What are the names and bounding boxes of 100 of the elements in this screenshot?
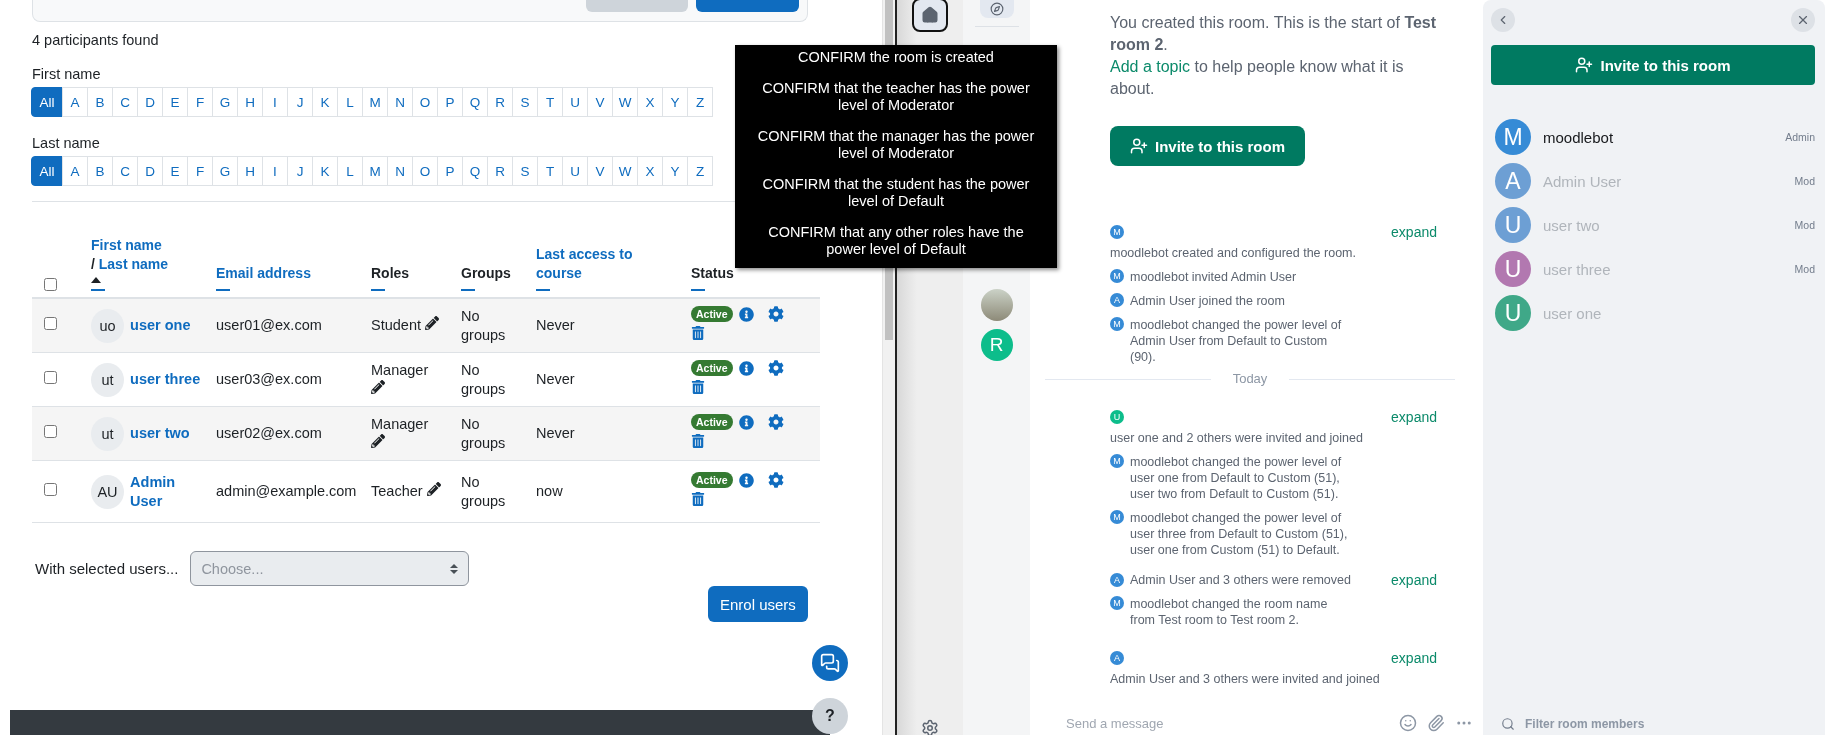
invite-button[interactable]: Invite to this room (1110, 126, 1305, 166)
initial-filter-button[interactable]: W (612, 87, 638, 117)
initial-filter-button[interactable]: Q (462, 87, 488, 117)
add-topic-link[interactable]: Add a topic (1110, 58, 1191, 75)
initial-filter-button[interactable]: I (262, 156, 288, 186)
initial-filter-button[interactable]: Y (662, 156, 688, 186)
initial-filter-button[interactable]: E (162, 156, 188, 186)
initial-filter-button[interactable]: E (162, 87, 188, 117)
initial-filter-button[interactable]: T (537, 87, 563, 117)
initial-filter-button[interactable]: M (362, 156, 388, 186)
invite-button[interactable]: Invite to this room (1491, 45, 1815, 85)
back-button[interactable] (1491, 8, 1515, 32)
initial-filter-button[interactable]: K (312, 87, 338, 117)
initial-filter-button[interactable]: Y (662, 87, 688, 117)
initial-filter-button[interactable]: W (612, 156, 638, 186)
paperclip-icon[interactable] (1427, 714, 1445, 732)
trash-icon[interactable] (691, 380, 705, 394)
initial-filter-button[interactable]: K (312, 156, 338, 186)
message-input[interactable]: Send a message (1064, 714, 1389, 732)
initial-filter-button[interactable]: P (437, 87, 463, 117)
pencil-icon[interactable] (371, 379, 385, 394)
initial-filter-button[interactable]: A (62, 156, 88, 186)
initial-filter-button[interactable]: G (212, 87, 238, 117)
select-all-checkbox[interactable] (44, 278, 57, 291)
settings-icon[interactable] (767, 360, 784, 376)
initial-filter-button[interactable]: O (412, 156, 438, 186)
settings-icon[interactable] (767, 472, 784, 488)
info-icon[interactable] (738, 360, 754, 376)
user-name-link[interactable]: Admin User (130, 472, 204, 511)
initial-filter-button[interactable]: All (31, 87, 63, 117)
initial-filter-button[interactable]: C (112, 87, 138, 117)
info-icon[interactable] (738, 472, 754, 488)
initial-filter-button[interactable]: S (512, 156, 538, 186)
initial-filter-button[interactable]: R (487, 156, 513, 186)
initial-filter-button[interactable]: N (387, 156, 413, 186)
initial-filter-button[interactable]: Z (687, 156, 713, 186)
expand-link[interactable]: expand (1391, 409, 1437, 425)
photo-placeholder[interactable] (980, 289, 1013, 321)
initial-filter-button[interactable]: All (31, 156, 63, 186)
emoji-icon[interactable] (1399, 714, 1417, 732)
info-icon[interactable] (738, 306, 754, 322)
initial-filter-button[interactable]: Q (462, 156, 488, 186)
initial-filter-button[interactable]: H (237, 87, 263, 117)
settings-icon[interactable] (767, 414, 784, 430)
initial-filter-button[interactable]: L (337, 87, 363, 117)
initial-filter-button[interactable]: O (412, 87, 438, 117)
initial-filter-button[interactable]: X (637, 156, 663, 186)
initial-filter-button[interactable]: M (362, 87, 388, 117)
initial-filter-button[interactable]: D (137, 156, 163, 186)
member-name[interactable]: moodlebot (1543, 128, 1614, 146)
user-name-link[interactable]: user three (130, 370, 204, 389)
expand-link[interactable]: expand (1391, 650, 1437, 666)
enrol-users-button[interactable]: Enrol users (708, 586, 808, 622)
initial-filter-button[interactable]: H (237, 156, 263, 186)
initial-filter-button[interactable]: V (587, 87, 613, 117)
initial-filter-button[interactable]: P (437, 156, 463, 186)
row-checkbox[interactable] (44, 483, 57, 496)
settings-icon[interactable] (767, 306, 784, 322)
column-sort-link[interactable]: Last access to course (536, 245, 679, 283)
initial-filter-button[interactable]: X (637, 87, 663, 117)
trash-icon[interactable] (691, 492, 705, 506)
help-button[interactable]: ? (812, 698, 848, 734)
initial-filter-button[interactable]: J (287, 87, 313, 117)
user-name-link[interactable]: user two (130, 424, 204, 443)
filter-members-input[interactable]: Filter room members (1523, 716, 1687, 732)
pencil-icon[interactable] (426, 482, 441, 496)
close-button[interactable] (1791, 8, 1815, 32)
initial-filter-button[interactable]: V (587, 156, 613, 186)
initial-filter-button[interactable]: T (537, 156, 563, 186)
chat-button[interactable] (812, 645, 848, 681)
initial-filter-button[interactable]: C (112, 156, 138, 186)
initial-filter-button[interactable]: I (262, 87, 288, 117)
settings-icon[interactable] (921, 719, 939, 735)
initial-filter-button[interactable]: L (337, 156, 363, 186)
expand-link[interactable]: expand (1391, 572, 1437, 588)
user-name-link[interactable]: user one (130, 316, 204, 335)
initial-filter-button[interactable]: R (487, 87, 513, 117)
home-button[interactable] (912, 0, 948, 32)
explore-button[interactable] (979, 0, 1014, 18)
initial-filter-button[interactable]: S (512, 87, 538, 117)
column-sort-link[interactable]: Email address (216, 264, 359, 283)
initial-filter-button[interactable]: F (187, 156, 213, 186)
row-checkbox[interactable] (44, 425, 57, 438)
trash-icon[interactable] (691, 326, 705, 340)
initial-filter-button[interactable]: G (212, 156, 238, 186)
initial-filter-button[interactable]: Z (687, 87, 713, 117)
info-icon[interactable] (738, 414, 754, 430)
initial-filter-button[interactable]: B (87, 87, 113, 117)
row-checkbox[interactable] (44, 371, 57, 384)
initial-filter-button[interactable]: D (137, 87, 163, 117)
pencil-icon[interactable] (371, 433, 385, 448)
trash-icon[interactable] (691, 434, 705, 448)
initial-filter-button[interactable]: F (187, 87, 213, 117)
initial-filter-button[interactable]: N (387, 87, 413, 117)
pencil-icon[interactable] (425, 316, 440, 330)
initial-filter-button[interactable]: U (562, 87, 588, 117)
initial-filter-button[interactable]: J (287, 156, 313, 186)
row-checkbox[interactable] (44, 317, 57, 330)
last-name-sort-link[interactable]: Last name (98, 256, 169, 272)
initial-filter-button[interactable]: A (62, 87, 88, 117)
